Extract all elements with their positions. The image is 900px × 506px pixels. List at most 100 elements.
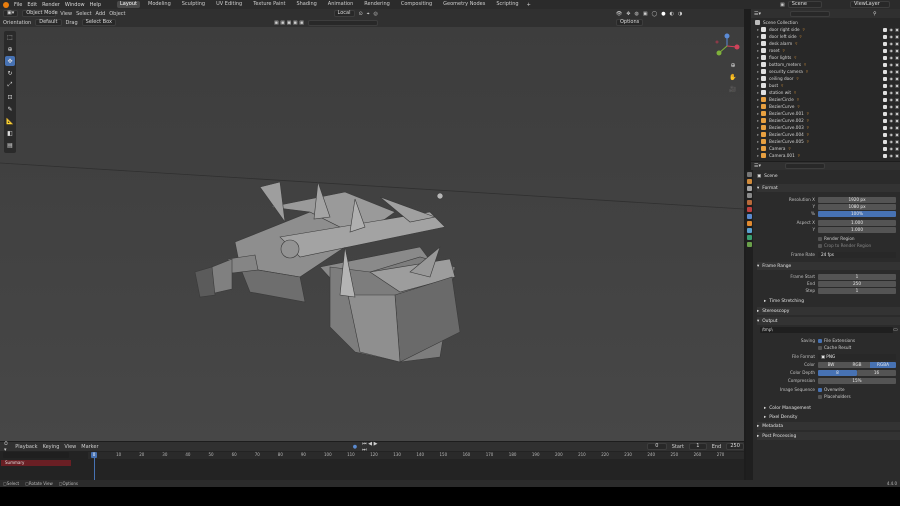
outliner-row[interactable]: ▸ door right side ▿ ◉ ▣: [751, 26, 900, 33]
3d-viewport[interactable]: [0, 27, 745, 441]
navigation-gizmo[interactable]: [713, 33, 741, 59]
overwrite-checkbox[interactable]: [818, 387, 822, 392]
resolution-pct-field[interactable]: 100%: [818, 210, 896, 217]
workspace-tab-geometry-nodes[interactable]: Geometry Nodes: [440, 1, 488, 8]
outliner-row[interactable]: ▸ station wit ▿ ◉ ▣: [751, 89, 900, 96]
outliner-row[interactable]: ▸ floor lights ▿ ◉ ▣: [751, 54, 900, 61]
exclude-checkbox[interactable]: [883, 83, 887, 88]
viewport-search-input[interactable]: [307, 19, 378, 26]
render-camera-icon[interactable]: ▣: [895, 111, 899, 116]
eye-icon[interactable]: ◉: [890, 41, 894, 46]
file-format-dropdown[interactable]: ▣ PNG: [818, 353, 896, 360]
exclude-checkbox[interactable]: [883, 90, 887, 95]
timeline-menu-view[interactable]: View: [64, 444, 76, 450]
eye-icon[interactable]: ◉: [890, 34, 894, 39]
view-layer-name[interactable]: ViewLayer: [850, 1, 890, 8]
outliner-row[interactable]: ▸ BezierCurve.002 ▿ ◉ ▣: [751, 117, 900, 124]
render-camera-icon[interactable]: ▣: [895, 41, 899, 46]
tool-measure-icon[interactable]: 📐: [5, 116, 15, 126]
tool-move-icon[interactable]: ✥: [5, 56, 15, 66]
render-camera-icon[interactable]: ▣: [895, 83, 899, 88]
eye-icon[interactable]: ◉: [890, 90, 894, 95]
eye-icon[interactable]: ◉: [890, 125, 894, 130]
render-camera-icon[interactable]: ▣: [895, 125, 899, 130]
exclude-checkbox[interactable]: [883, 34, 887, 39]
workspace-tab-sculpting[interactable]: Sculpting: [179, 1, 208, 8]
outliner-row[interactable]: ▸ BezierCircle ▿ ◉ ▣: [751, 96, 900, 103]
tool-select-icon[interactable]: ⬚: [5, 32, 15, 42]
expand-chevron-icon[interactable]: ▸: [751, 62, 759, 67]
eye-icon[interactable]: ◉: [890, 97, 894, 102]
expand-chevron-icon[interactable]: ▸: [751, 90, 759, 95]
tool-annotate-icon[interactable]: ✎: [5, 104, 15, 114]
exclude-checkbox[interactable]: [883, 104, 887, 109]
tool-rotate-icon[interactable]: ↻: [5, 68, 15, 78]
tool-transform-icon[interactable]: ⊡: [5, 92, 15, 102]
outliner-row[interactable]: ▸ BezierCurve.003 ▿ ◉ ▣: [751, 124, 900, 131]
outliner-scene-collection[interactable]: Scene Collection: [751, 19, 900, 26]
shading-material-icon[interactable]: ◐: [670, 11, 674, 17]
eye-icon[interactable]: ◉: [890, 55, 894, 60]
tab-output-icon[interactable]: [747, 186, 752, 191]
expand-chevron-icon[interactable]: ▸: [751, 132, 759, 137]
overlay-icon[interactable]: ◍: [634, 11, 638, 17]
timeline-menu-marker[interactable]: Marker: [81, 444, 98, 450]
menu-render[interactable]: Render: [42, 2, 60, 8]
render-camera-icon[interactable]: ▣: [895, 132, 899, 137]
exclude-checkbox[interactable]: [883, 132, 887, 137]
exclude-checkbox[interactable]: [883, 27, 887, 32]
panel-post-processing-header[interactable]: ▸ Post Processing: [757, 432, 900, 440]
timeline-ruler[interactable]: 0102030405060708090100110120130140150160…: [88, 452, 744, 459]
eye-icon[interactable]: ◉: [890, 118, 894, 123]
exclude-checkbox[interactable]: [883, 139, 887, 144]
render-camera-icon[interactable]: ▣: [895, 48, 899, 53]
exclude-checkbox[interactable]: [883, 97, 887, 102]
panel-format-header[interactable]: ▾ Format: [757, 184, 900, 192]
cache-result-row[interactable]: Cache Result: [760, 344, 900, 351]
expand-chevron-icon[interactable]: ▸: [751, 153, 759, 158]
camera-view-icon[interactable]: 🎥: [728, 84, 738, 94]
frame-end-field[interactable]: 250: [818, 280, 896, 287]
render-camera-icon[interactable]: ▣: [895, 118, 899, 123]
crop-region-row[interactable]: Crop to Render Region: [760, 242, 900, 249]
tab-physics-icon[interactable]: [747, 235, 752, 240]
properties-search-input[interactable]: [785, 163, 825, 169]
timeline-end-field[interactable]: 250: [726, 443, 744, 450]
render-camera-icon[interactable]: ▣: [895, 153, 899, 158]
outliner-row[interactable]: ▸ Camera.001 ▿ ◉ ▣: [751, 152, 900, 159]
render-camera-icon[interactable]: ▣: [895, 146, 899, 151]
view-layer-selector[interactable]: ViewLayer: [850, 1, 890, 8]
render-camera-icon[interactable]: ▣: [895, 34, 899, 39]
panel-output-header[interactable]: ▾ Output: [757, 317, 900, 325]
resolution-y-field[interactable]: 1080 px: [818, 203, 896, 210]
gizmo-icon[interactable]: ✥: [626, 11, 630, 17]
expand-chevron-icon[interactable]: ▸: [751, 111, 759, 116]
exclude-checkbox[interactable]: [883, 76, 887, 81]
tool-scale-icon[interactable]: ⤢: [5, 80, 15, 90]
exclude-checkbox[interactable]: [883, 118, 887, 123]
shading-rendered-icon[interactable]: ◑: [678, 11, 682, 17]
panel-metadata-header[interactable]: ▸ Metadata: [757, 422, 900, 430]
shading-solid-icon[interactable]: ●: [661, 11, 665, 17]
timeline-menu-playback[interactable]: Playback: [15, 444, 37, 450]
eye-icon[interactable]: ◉: [890, 62, 894, 67]
visibility-icon[interactable]: 👁: [616, 11, 622, 17]
viewport-menu-select[interactable]: Select: [76, 11, 91, 17]
eye-icon[interactable]: ◉: [890, 83, 894, 88]
editor-type-icon[interactable]: ▣▾: [3, 10, 19, 17]
expand-chevron-icon[interactable]: ▸: [751, 27, 759, 32]
workspace-tab-layout[interactable]: Layout: [117, 1, 140, 8]
tab-view-layer-icon[interactable]: [747, 193, 752, 198]
color-rgb-option[interactable]: RGB: [844, 361, 870, 368]
scene-name[interactable]: Scene: [787, 1, 822, 8]
outliner-row[interactable]: ▸ door left side ▿ ◉ ▣: [751, 33, 900, 40]
xray-icon[interactable]: ▣: [643, 11, 648, 17]
placeholders-row[interactable]: Placeholders: [760, 393, 900, 400]
expand-chevron-icon[interactable]: ▸: [751, 125, 759, 130]
exclude-checkbox[interactable]: [883, 48, 887, 53]
shading-wireframe-icon[interactable]: ◯: [652, 11, 658, 17]
eye-icon[interactable]: ◉: [890, 69, 894, 74]
tool-extra-icon[interactable]: ▤: [5, 140, 15, 150]
expand-chevron-icon[interactable]: ▸: [751, 48, 759, 53]
workspace-tab-compositing[interactable]: Compositing: [398, 1, 435, 8]
